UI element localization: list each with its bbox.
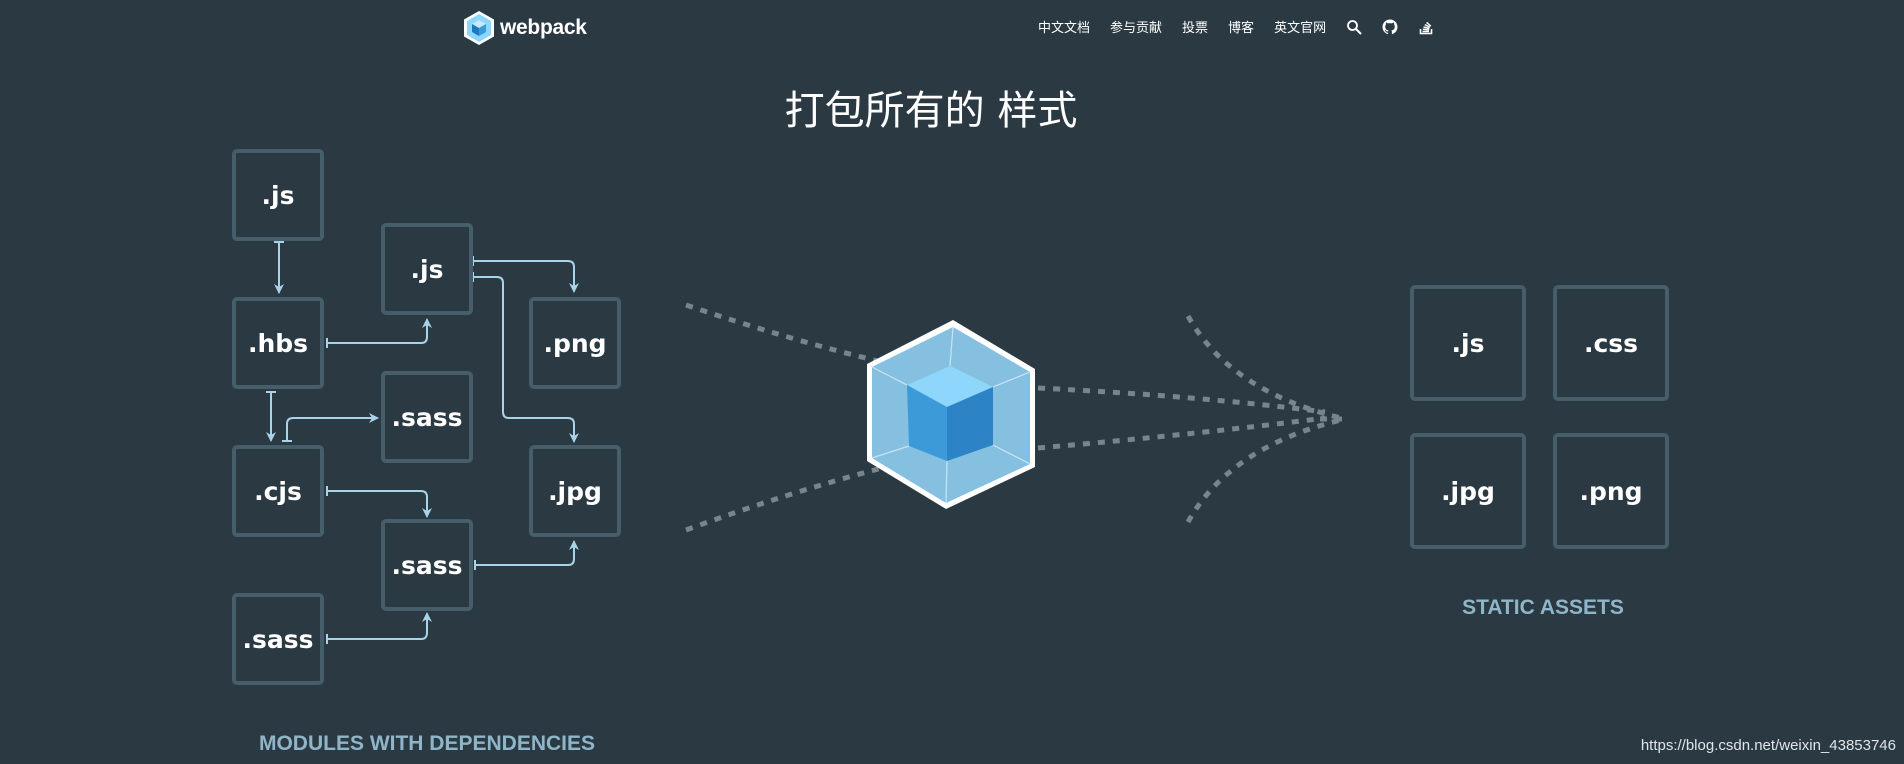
module-box: .js <box>381 223 473 315</box>
module-box: .hbs <box>232 297 324 389</box>
asset-box: .jpg <box>1410 433 1526 549</box>
asset-label: .js <box>1452 329 1485 358</box>
module-box: .sass <box>232 593 324 685</box>
modules-caption: MODULES WITH DEPENDENCIES <box>259 732 595 755</box>
module-box: .png <box>529 297 621 389</box>
arrow-sass-bottom-to-sass <box>326 612 432 640</box>
module-box: .sass <box>381 371 473 463</box>
module-box: .sass <box>381 519 473 611</box>
arrow-cjs-to-sass-lower <box>326 490 432 518</box>
arrow-js-to-jpg <box>472 276 579 443</box>
module-label: .js <box>262 181 295 210</box>
asset-boxes: .js .css .jpg .png <box>1410 285 1669 549</box>
arrow-hbs-to-js <box>326 318 432 344</box>
asset-box: .css <box>1553 285 1669 401</box>
asset-box: .js <box>1410 285 1526 401</box>
module-label: .sass <box>391 551 462 580</box>
module-label: .sass <box>242 625 313 654</box>
asset-label: .css <box>1584 329 1638 358</box>
bundling-diagram: .js .js .hbs .png .sass .cjs .jpg .sass <box>232 149 1669 755</box>
module-label: .sass <box>391 403 462 432</box>
arrow-tails <box>266 241 476 644</box>
watermark-url: https://blog.csdn.net/weixin_43853746 <box>1640 737 1896 754</box>
module-label: .hbs <box>248 329 308 358</box>
arrow-cjs-to-sass <box>286 413 379 442</box>
asset-box: .png <box>1553 433 1669 549</box>
module-label: .jpg <box>548 477 602 506</box>
asset-label: .png <box>1579 477 1642 506</box>
module-label: .js <box>411 255 444 284</box>
module-box: .js <box>232 149 324 241</box>
module-label: .png <box>543 329 606 358</box>
module-box: .jpg <box>529 445 621 537</box>
asset-label: .jpg <box>1441 477 1495 506</box>
module-box: .cjs <box>232 445 324 537</box>
module-label: .cjs <box>254 477 302 506</box>
arrow-sass-to-jpg <box>474 540 579 566</box>
webpack-cube-icon <box>867 320 1035 509</box>
assets-caption: STATIC ASSETS <box>1462 596 1624 619</box>
